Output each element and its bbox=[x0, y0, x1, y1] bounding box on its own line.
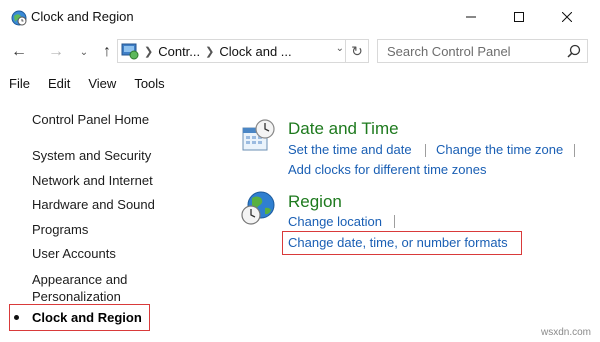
minimize-icon bbox=[466, 16, 476, 18]
breadcrumb-control-panel[interactable]: Contr... bbox=[158, 44, 200, 59]
close-icon bbox=[562, 12, 572, 22]
current-page-bullet-icon bbox=[14, 315, 19, 320]
forward-arrow-icon: → bbox=[48, 43, 64, 60]
menu-bar: File Edit View Tools bbox=[0, 73, 600, 95]
sidebar-item-user-accounts[interactable]: User Accounts bbox=[32, 246, 116, 261]
region-globe-icon bbox=[241, 191, 275, 225]
refresh-icon[interactable]: ↻ bbox=[345, 40, 368, 62]
search-input[interactable] bbox=[387, 43, 557, 59]
sidebar-item-network-internet[interactable]: Network and Internet bbox=[32, 173, 153, 188]
date-time-heading[interactable]: Date and Time bbox=[288, 119, 399, 139]
watermark: wsxdn.com bbox=[541, 327, 592, 338]
up-button[interactable]: ↑ bbox=[96, 42, 118, 62]
add-clocks-link[interactable]: Add clocks for different time zones bbox=[288, 162, 486, 177]
back-button[interactable]: ← bbox=[8, 42, 30, 62]
breadcrumb-separator-icon: ❯ bbox=[144, 45, 154, 58]
clock-region-icon bbox=[11, 10, 27, 26]
link-separator bbox=[394, 215, 395, 228]
control-panel-icon bbox=[121, 43, 139, 60]
window-title: Clock and Region bbox=[31, 9, 134, 24]
menu-edit[interactable]: Edit bbox=[39, 73, 79, 95]
address-bar[interactable]: ❯ Contr... ❯ Clock and ... ⌄ ↻ bbox=[117, 39, 369, 63]
region-heading[interactable]: Region bbox=[288, 192, 342, 212]
sidebar-item-appearance[interactable]: Appearance and Personalization bbox=[32, 271, 152, 305]
sidebar-item-hardware-sound[interactable]: Hardware and Sound bbox=[32, 197, 155, 212]
search-box[interactable] bbox=[377, 39, 588, 63]
link-separator bbox=[425, 144, 426, 157]
date-time-icon bbox=[242, 119, 275, 151]
chevron-down-icon: ⌄ bbox=[79, 46, 89, 58]
change-location-link[interactable]: Change location bbox=[288, 214, 382, 229]
menu-tools[interactable]: Tools bbox=[125, 73, 173, 95]
sidebar-item-control-panel-home[interactable]: Control Panel Home bbox=[32, 112, 149, 127]
maximize-button[interactable] bbox=[496, 0, 542, 34]
sidebar-item-programs[interactable]: Programs bbox=[32, 222, 88, 237]
close-button[interactable] bbox=[544, 0, 590, 34]
maximize-icon bbox=[514, 12, 524, 22]
link-separator bbox=[574, 144, 575, 157]
change-time-zone-link[interactable]: Change the time zone bbox=[436, 142, 563, 157]
change-formats-link[interactable]: Change date, time, or number formats bbox=[288, 235, 508, 250]
search-icon[interactable] bbox=[567, 44, 581, 58]
chevron-down-icon[interactable]: ⌄ bbox=[336, 43, 344, 54]
sidebar-item-current: Clock and Region bbox=[32, 310, 142, 325]
back-arrow-icon: ← bbox=[11, 43, 27, 60]
breadcrumb-separator-icon: ❯ bbox=[205, 45, 215, 58]
minimize-button[interactable] bbox=[448, 0, 494, 34]
forward-button[interactable]: → bbox=[45, 42, 67, 62]
recent-locations-button[interactable]: ⌄ bbox=[78, 42, 90, 62]
sidebar-item-system-security[interactable]: System and Security bbox=[32, 148, 151, 163]
up-arrow-icon: ↑ bbox=[103, 43, 111, 60]
menu-view[interactable]: View bbox=[79, 73, 125, 95]
set-time-date-link[interactable]: Set the time and date bbox=[288, 142, 412, 157]
breadcrumb-clock-region[interactable]: Clock and ... bbox=[219, 44, 291, 59]
menu-file[interactable]: File bbox=[0, 73, 39, 95]
